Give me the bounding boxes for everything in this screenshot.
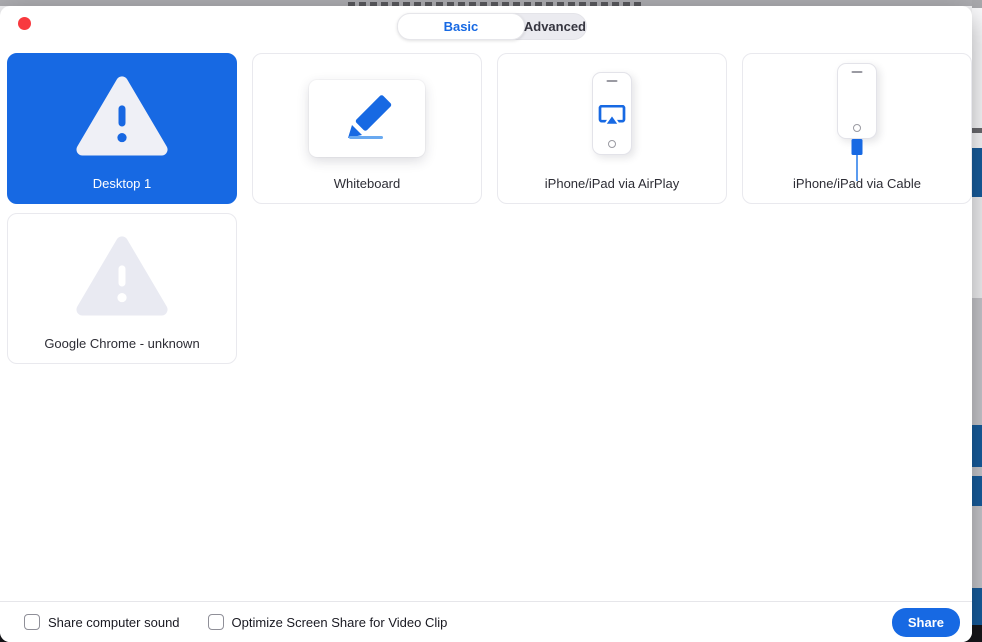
tile-label: iPhone/iPad via AirPlay <box>544 176 680 191</box>
share-computer-sound-checkbox-row[interactable]: Share computer sound <box>24 614 180 630</box>
share-picker-window: Basic Advanced Desktop 1 Whiteboard iPho… <box>0 6 972 642</box>
warning-triangle-icon <box>8 54 236 176</box>
tile-label: Desktop 1 <box>92 176 152 191</box>
tab-basic[interactable]: Basic <box>397 13 525 40</box>
tile-iphone-airplay[interactable]: iPhone/iPad via AirPlay <box>497 53 727 204</box>
basic-advanced-tabs: Basic Advanced <box>397 13 587 40</box>
optimize-video-clip-checkbox-row[interactable]: Optimize Screen Share for Video Clip <box>207 614 448 630</box>
window-titlebar: Basic Advanced <box>0 6 972 48</box>
whiteboard-card <box>309 79 425 157</box>
optimize-video-clip-checkbox[interactable] <box>207 614 224 630</box>
phone-home-button <box>608 139 616 148</box>
phone-airplay-icon <box>498 54 726 176</box>
share-button[interactable]: Share <box>891 607 960 637</box>
share-computer-sound-label: Share computer sound <box>48 614 180 630</box>
tile-desktop-1[interactable]: Desktop 1 <box>7 53 237 204</box>
warning-triangle-icon <box>8 214 236 336</box>
tab-advanced[interactable]: Advanced <box>524 14 586 39</box>
phone-cable-icon <box>743 54 971 181</box>
share-computer-sound-checkbox[interactable] <box>24 614 40 630</box>
tile-label: Google Chrome - unknown <box>44 336 200 351</box>
pencil-icon <box>253 54 481 176</box>
background-window-right-sliver <box>972 0 982 642</box>
phone-speaker <box>606 79 618 82</box>
airplay-glyph <box>598 104 626 131</box>
tile-whiteboard[interactable]: Whiteboard <box>252 53 482 204</box>
tile-iphone-cable[interactable]: iPhone/iPad via Cable <box>742 53 972 204</box>
phone-outline <box>592 71 632 155</box>
phone-home-button <box>853 124 861 132</box>
cable-wire <box>856 155 858 181</box>
phone-speaker <box>851 71 863 73</box>
footer-bar: Share computer sound Optimize Screen Sha… <box>0 601 972 642</box>
optimize-video-clip-label: Optimize Screen Share for Video Clip <box>231 614 448 630</box>
phone-outline <box>837 63 877 139</box>
tile-google-chrome-unknown[interactable]: Google Chrome - unknown <box>7 213 237 364</box>
tile-label: Whiteboard <box>333 176 401 191</box>
cable-plug <box>851 139 863 155</box>
share-source-grid: Desktop 1 Whiteboard iPhone/iPad via Air… <box>0 53 972 364</box>
close-button[interactable] <box>18 17 31 30</box>
